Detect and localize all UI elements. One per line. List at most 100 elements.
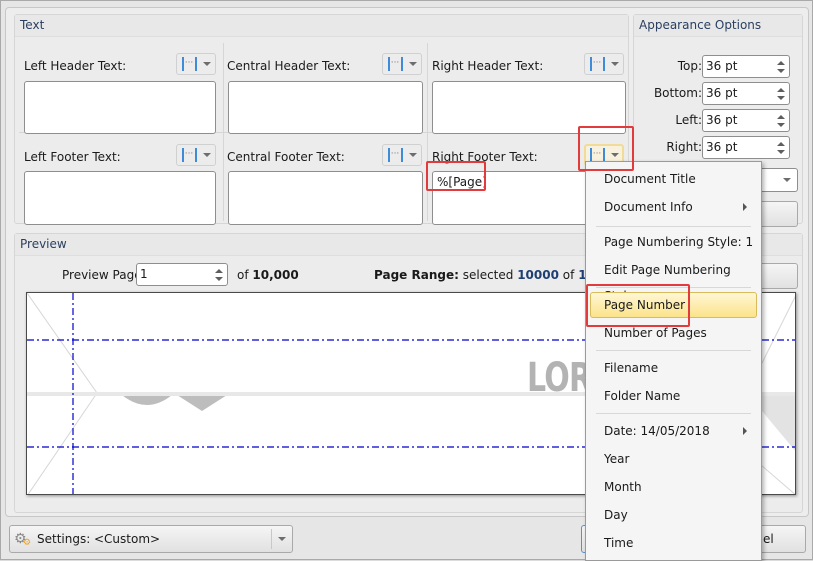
chevron-right-icon (743, 203, 747, 211)
spinner-arrows-icon[interactable] (777, 88, 785, 100)
settings-value: <Custom> (94, 532, 161, 546)
menu-item-day[interactable]: Day (590, 502, 757, 528)
preview-page-input[interactable]: 1 (136, 263, 228, 286)
right-header-label: Right Header Text: (432, 59, 544, 73)
bottom-margin-input[interactable]: 36 pt (702, 82, 790, 105)
left-header-macro-button[interactable]: ··· (176, 53, 216, 75)
menu-item-label: Document Info (604, 200, 693, 214)
menu-item-year[interactable]: Year (590, 446, 757, 472)
bottom-margin-label: Bottom: (653, 86, 702, 100)
central-footer-label: Central Footer Text: (227, 150, 345, 164)
left-footer-label: Left Footer Text: (24, 150, 121, 164)
total-pages-value: 10,000 (252, 268, 299, 282)
menu-item-filename[interactable]: Filename (590, 355, 757, 381)
chevron-down-icon (202, 153, 211, 157)
selected-word: selected (462, 268, 514, 282)
of-label: of (237, 268, 249, 282)
right-margin-row: Right: 36 pt (634, 136, 794, 160)
settings-dropdown[interactable]: ⚙ ⚙ Settings: <Custom> (9, 525, 293, 553)
selected-count: 10000 (517, 268, 559, 282)
menu-item-month[interactable]: Month (590, 474, 757, 500)
settings-gear-small-icon: ⚙ (23, 538, 32, 548)
watermark-line (27, 392, 98, 494)
bottom-margin-value: 36 pt (706, 86, 738, 100)
chevron-right-icon (743, 427, 747, 435)
cancel-label: el (763, 532, 774, 546)
menu-item-time[interactable]: Time (590, 530, 757, 556)
chevron-down-icon (202, 62, 211, 66)
divider (271, 529, 272, 549)
top-margin-row: Top: 36 pt (634, 55, 794, 79)
annotation-highlight-page-number (586, 284, 690, 327)
chevron-down-icon (610, 62, 619, 66)
top-margin-input[interactable]: 36 pt (702, 55, 790, 78)
right-margin-label: Right: (666, 140, 702, 154)
menu-item-page-numbering-style[interactable]: Page Numbering Style: 1 (590, 229, 757, 255)
menu-separator (596, 350, 751, 351)
header-footer-dialog: Text Left Header Text: ··· Central Heade… (0, 0, 813, 561)
left-header-label: Left Header Text: (24, 59, 127, 73)
text-group-title: Text (20, 18, 45, 32)
menu-separator (596, 413, 751, 414)
spinner-arrows-icon[interactable] (777, 115, 785, 127)
preview-title: Preview (20, 237, 67, 251)
left-margin-row: Left: 36 pt (634, 109, 794, 133)
annotation-highlight-page-macro (426, 161, 486, 191)
insert-macro-icon: ··· (387, 148, 403, 162)
left-footer-macro-button[interactable]: ··· (176, 144, 216, 166)
left-margin-label: Left: (675, 113, 702, 127)
text-group-header (15, 15, 628, 37)
total-pages: of 10,000 (237, 268, 299, 282)
chevron-down-icon (783, 178, 791, 182)
top-margin-value: 36 pt (706, 59, 738, 73)
chevron-down-icon (278, 537, 286, 541)
menu-item-folder-name[interactable]: Folder Name (590, 383, 757, 409)
left-header-input[interactable] (24, 81, 216, 134)
appearance-options-title: Appearance Options (639, 18, 762, 32)
menu-separator (596, 226, 751, 227)
central-header-cell: Central Header Text: ··· (227, 53, 423, 134)
left-margin-value: 36 pt (706, 113, 738, 127)
settings-label: Settings: (37, 532, 91, 546)
insert-macro-menu: Document Title Document Info Page Number… (585, 161, 762, 561)
insert-macro-icon: ··· (181, 57, 197, 71)
right-header-cell: Right Header Text: ··· (432, 53, 626, 134)
watermark-shape (177, 395, 227, 411)
watermark-line (27, 293, 98, 394)
preview-page-label: Preview Page (62, 268, 142, 282)
central-header-input[interactable] (228, 81, 423, 134)
range-of-word: of (562, 268, 575, 282)
menu-item-label: Date: 14/05/2018 (604, 424, 710, 438)
menu-item-edit-page-numbering-style[interactable]: Edit Page Numbering Style... (590, 257, 757, 303)
insert-macro-icon: ··· (387, 57, 403, 71)
spinner-arrows-icon[interactable] (215, 269, 223, 281)
insert-macro-icon: ··· (589, 57, 605, 71)
annotation-highlight-macro-button (578, 126, 634, 171)
spinner-arrows-icon[interactable] (777, 61, 785, 73)
preview-page-value: 1 (140, 267, 148, 281)
chevron-down-icon (408, 62, 417, 66)
left-margin-input[interactable]: 36 pt (702, 109, 790, 132)
menu-item-document-info[interactable]: Document Info (590, 194, 757, 220)
central-footer-macro-button[interactable]: ··· (382, 144, 422, 166)
top-margin-label: Top: (677, 59, 702, 73)
watermark-shape (122, 395, 172, 405)
right-margin-value: 36 pt (706, 140, 738, 154)
chevron-down-icon (408, 153, 417, 157)
menu-item-date[interactable]: Date: 14/05/2018 (590, 418, 757, 444)
spinner-arrows-icon[interactable] (777, 142, 785, 154)
left-footer-cell: Left Footer Text: ··· (24, 144, 218, 225)
central-footer-input[interactable] (228, 171, 423, 225)
left-header-cell: Left Header Text: ··· (24, 53, 218, 134)
central-header-label: Central Header Text: (227, 59, 351, 73)
central-header-macro-button[interactable]: ··· (382, 53, 422, 75)
right-margin-input[interactable]: 36 pt (702, 136, 790, 159)
page-range-label: Page Range: (374, 268, 459, 282)
text-group: Text Left Header Text: ··· Central Heade… (14, 14, 629, 225)
left-footer-input[interactable] (24, 171, 216, 225)
watermark-text: LOR (527, 355, 592, 401)
bottom-margin-row: Bottom: 36 pt (634, 82, 794, 106)
right-header-macro-button[interactable]: ··· (584, 53, 624, 75)
insert-macro-icon: ··· (181, 148, 197, 162)
central-footer-cell: Central Footer Text: ··· (227, 144, 423, 225)
